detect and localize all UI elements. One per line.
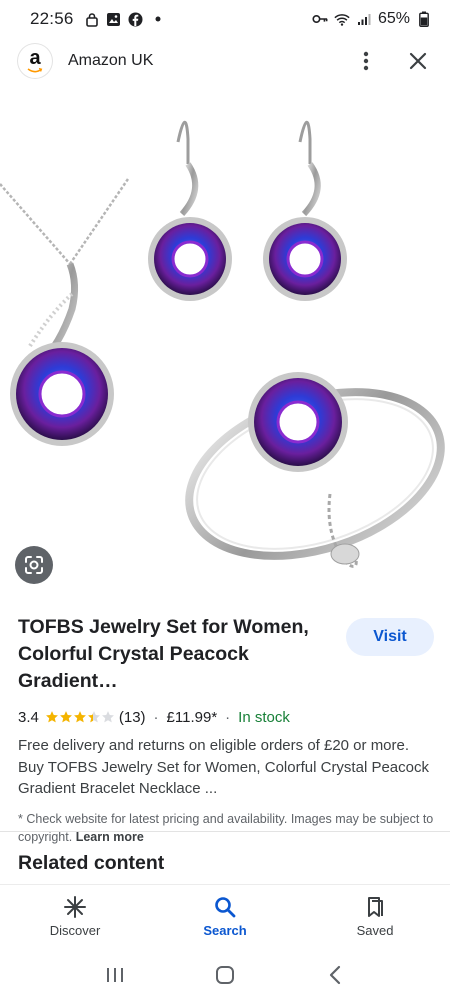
separator-dot: · <box>153 708 159 726</box>
recent-apps-icon <box>107 968 123 982</box>
review-count: (13) <box>118 708 146 726</box>
site-name[interactable]: Amazon UK <box>68 52 153 70</box>
home-button[interactable] <box>210 960 240 990</box>
divider <box>0 831 450 832</box>
price: £11.99* <box>166 708 218 726</box>
image-icon <box>106 11 122 27</box>
product-description: Free delivery and returns on eligible or… <box>18 737 429 797</box>
battery-percent: 65% <box>377 10 410 27</box>
star-icon <box>101 711 114 723</box>
nav-saved[interactable]: Saved <box>300 885 450 950</box>
asterisk-icon <box>64 896 86 918</box>
bottom-nav: Discover Search Saved <box>0 884 450 950</box>
nav-search-label: Search <box>203 923 247 938</box>
nav-discover[interactable]: Discover <box>0 885 150 950</box>
star-icon <box>73 711 86 723</box>
lens-search-button[interactable] <box>15 546 53 584</box>
product-info: TOFBS Jewelry Set for Women, Colorful Cr… <box>18 614 438 846</box>
signal-icon <box>356 11 372 27</box>
product-meta: 3.4 (13) · £11.99* · In stock <box>18 707 438 727</box>
nav-search[interactable]: Search <box>150 885 300 950</box>
facebook-icon <box>128 11 144 27</box>
status-left: 22:56 <box>30 9 166 29</box>
status-bar: 22:56 65% <box>0 0 450 38</box>
bookmark-icon <box>368 897 383 917</box>
product-title[interactable]: TOFBS Jewelry Set for Women, Colorful Cr… <box>18 614 336 695</box>
logo-letter: a <box>29 47 41 69</box>
header-actions <box>352 47 432 75</box>
disclaimer: * Check website for latest pricing and a… <box>18 810 438 846</box>
back-button[interactable] <box>320 960 350 990</box>
lens-icon <box>25 556 43 574</box>
more-vert-icon[interactable] <box>352 47 380 75</box>
related-content-heading: Related content <box>18 852 165 874</box>
system-nav-bar <box>0 950 450 1000</box>
separator-dot: · <box>225 708 231 726</box>
dot-icon <box>150 11 166 27</box>
key-icon <box>312 11 328 27</box>
rating-stars <box>45 710 115 724</box>
home-icon <box>216 966 234 984</box>
header: a Amazon UK <box>0 38 450 84</box>
wifi-icon <box>334 11 350 27</box>
status-time: 22:56 <box>30 9 74 28</box>
nav-saved-label: Saved <box>356 923 394 938</box>
status-right: 65% <box>312 10 432 28</box>
amazon-logo[interactable]: a <box>18 44 52 78</box>
visit-button[interactable]: Visit <box>346 618 434 656</box>
jewelry-illustration <box>0 120 445 568</box>
nav-discover-label: Discover <box>49 923 101 938</box>
back-icon <box>329 965 341 985</box>
stock-status: In stock <box>238 708 290 726</box>
product-image[interactable] <box>0 84 450 604</box>
lock-icon <box>84 11 100 27</box>
recent-apps-button[interactable] <box>100 960 130 990</box>
close-icon[interactable] <box>404 47 432 75</box>
star-icon <box>45 711 58 723</box>
battery-icon <box>416 11 432 27</box>
smile-icon <box>27 68 43 73</box>
rating-value: 3.4 <box>18 708 39 726</box>
star-icon <box>87 711 100 723</box>
star-icon <box>59 711 72 723</box>
search-icon <box>215 897 236 918</box>
